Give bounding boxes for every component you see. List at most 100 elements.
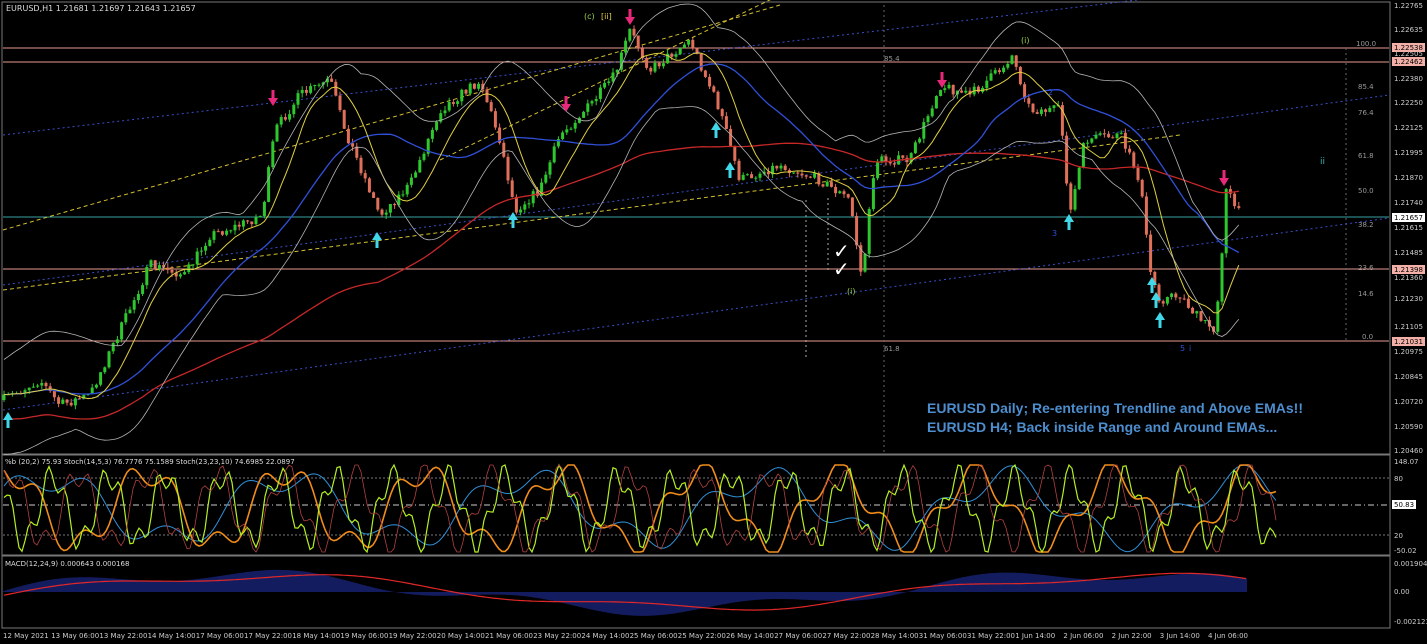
candle-body [1132,152,1136,168]
wave-number-5: 5 [1180,344,1185,353]
candle-body [1237,206,1241,208]
check-icon: ✓ [833,257,850,281]
wave-label-ii: [ii] [601,12,612,21]
candle-body [1233,193,1237,207]
candle-body [813,173,817,178]
candle-body [73,398,77,406]
candle-body [216,231,220,233]
time-tick: 25 May 22:00 [678,632,726,640]
candle-body [594,98,598,102]
svg-text:38.2: 38.2 [1358,221,1374,229]
candle-body [892,163,896,165]
svg-text:0.001904: 0.001904 [1394,560,1427,568]
chart-canvas[interactable]: EURUSD,H1 1.21681 1.21697 1.21643 1.2165… [0,0,1427,644]
candle-body [1006,63,1010,68]
candle-body [1027,98,1031,104]
candle-body [489,102,493,112]
svg-text:1.22538: 1.22538 [1394,44,1423,52]
candle-body [603,82,607,88]
svg-text:1.21398: 1.21398 [1394,266,1423,274]
candle-body [1014,55,1018,67]
candle-body [40,383,44,386]
time-tick: 19 May 06:00 [340,632,388,640]
candle-body [31,386,35,388]
candle-body [880,156,884,162]
candle-body [136,293,140,301]
symbol-header: EURUSD,H1 1.21681 1.21697 1.21643 1.2165… [6,4,196,13]
svg-text:1.22250: 1.22250 [1394,99,1423,107]
time-tick: 31 May 22:00 [967,632,1015,640]
candle-body [800,173,804,176]
candle-body [1086,142,1090,144]
candle-body [821,184,825,187]
time-tick: 3 Jun 14:00 [1160,632,1200,640]
svg-text:1.21485: 1.21485 [1394,249,1423,257]
candle-body [94,384,98,388]
candle-body [212,231,216,240]
candle-body [628,28,632,41]
candle-body [191,264,195,266]
svg-text:-50.02: -50.02 [1394,547,1417,555]
candle-body [598,87,602,99]
candle-body [855,216,859,246]
candle-body [1199,311,1203,321]
candle-body [947,84,951,89]
candle-body [678,47,682,55]
candle-body [1203,320,1207,322]
svg-text:1.20975: 1.20975 [1394,348,1423,356]
candle-body [334,81,338,96]
candle-body [1069,183,1073,210]
time-tick: 17 May 06:00 [196,632,244,640]
candle-body [472,83,476,89]
time-tick: 31 May 06:00 [919,632,967,640]
time-tick: 1 Jun 14:00 [1015,632,1055,640]
candle-body [699,53,703,71]
candle-body [309,86,313,93]
svg-text:0.0: 0.0 [1362,333,1373,341]
candle-body [951,84,955,95]
candle-body [128,309,132,314]
osc-header: %b (20,2) 75.93 Stoch(14,5,3) 76.7776 75… [5,458,295,466]
svg-text:1.20720: 1.20720 [1394,398,1423,406]
candle-body [758,173,762,178]
candle-body [380,209,384,215]
candle-body [745,174,749,176]
candle-body [401,194,405,196]
candle-body [346,128,350,144]
candle-body [61,399,65,404]
svg-text:1.21615: 1.21615 [1394,224,1423,232]
fib-mid-label-low: 61.8 [884,345,900,353]
svg-text:85.4: 85.4 [1358,83,1374,91]
candle-body [1186,298,1190,308]
candle-body [691,39,695,49]
candle-body [712,86,716,92]
candle-body [330,78,334,82]
time-tick: 27 May 06:00 [774,632,822,640]
candle-body [1018,66,1022,85]
candle-body [430,129,434,139]
candle-body [388,203,392,213]
time-tick: 28 May 14:00 [871,632,919,640]
candle-body [645,57,649,68]
svg-text:1.22635: 1.22635 [1394,26,1423,34]
candle-body [544,174,548,183]
candle-body [1170,293,1174,298]
candle-body [241,220,245,227]
candle-body [414,172,418,178]
candle-body [708,76,712,87]
svg-text:1.21230: 1.21230 [1394,295,1423,303]
candle-body [120,322,124,340]
candle-body [871,178,875,210]
candle-body [884,156,888,162]
candle-body [1123,132,1127,149]
candle-body [670,53,674,57]
candle-body [451,102,455,104]
candle-body [939,90,943,96]
candle-body [1098,133,1102,135]
candle-body [1094,134,1098,139]
time-tick: 25 May 06:00 [630,632,678,640]
fib-mid-label: 85.4 [884,55,900,63]
candle-body [943,88,947,91]
candle-body [586,103,590,112]
candle-body [1031,103,1035,113]
